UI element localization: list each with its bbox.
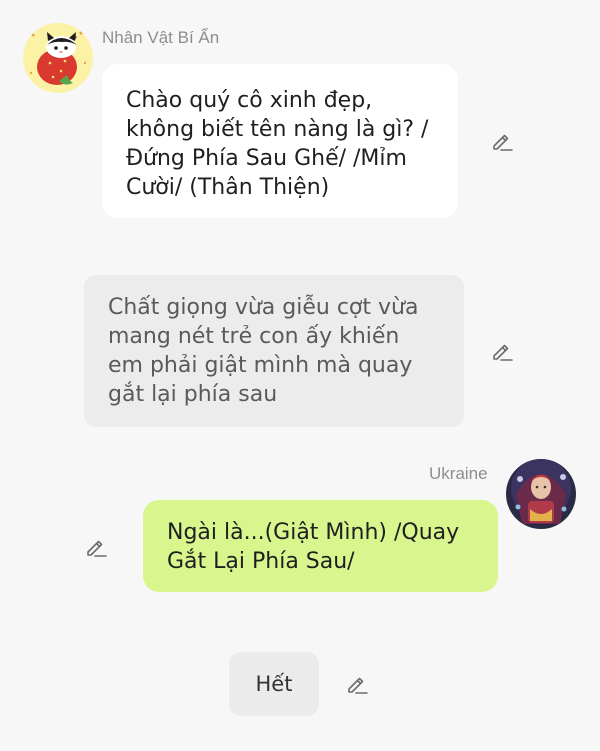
cat-avatar-icon <box>23 23 93 93</box>
character-avatar[interactable] <box>23 23 93 93</box>
pencil-edit-icon <box>493 344 513 361</box>
character-message-bubble[interactable]: Chào quý cô xinh đẹp, không biết tên nàn… <box>102 64 458 218</box>
user-avatar-icon <box>506 459 576 529</box>
user-message-text: Ngài là...(Giật Mình) /Quay Gắt Lại Phía… <box>167 520 460 574</box>
narration-message-text: Chất giọng vừa giễu cợt vừa mang nét trẻ… <box>108 295 419 407</box>
narration-message-bubble[interactable]: Chất giọng vừa giễu cợt vừa mang nét trẻ… <box>84 275 464 427</box>
edit-user-message-button[interactable] <box>82 533 110 561</box>
pencil-edit-icon <box>348 677 368 694</box>
end-button[interactable]: Hết <box>229 652 319 716</box>
pencil-edit-icon <box>493 134 513 151</box>
edit-narration-message-button[interactable] <box>488 337 516 365</box>
character-message-text: Chào quý cô xinh đẹp, không biết tên nàn… <box>126 88 429 200</box>
edit-end-button[interactable] <box>343 670 371 698</box>
edit-character-message-button[interactable] <box>488 127 516 155</box>
end-button-label: Hết <box>255 672 293 696</box>
user-message-bubble[interactable]: Ngài là...(Giật Mình) /Quay Gắt Lại Phía… <box>143 500 498 592</box>
character-name: Nhân Vật Bí Ẩn <box>102 28 220 47</box>
pencil-edit-icon <box>87 540 107 557</box>
user-avatar[interactable] <box>506 459 576 529</box>
user-name: Ukraine <box>429 464 488 483</box>
